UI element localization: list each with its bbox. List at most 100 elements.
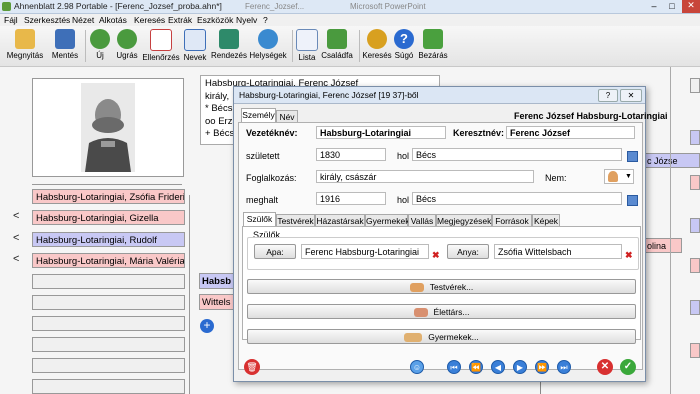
previous-record-icon[interactable]: ◀ (491, 360, 505, 374)
tab-szulok[interactable]: Szülők (243, 212, 276, 226)
delete-person-icon[interactable]: 🗑 (244, 359, 260, 375)
person-box-sibling-3[interactable]: Habsburg-Lotaringiai, Rudolf (32, 232, 185, 247)
empty-person-box[interactable] (32, 295, 185, 310)
birth-place-field[interactable]: Bécs (412, 148, 622, 161)
next-record-icon[interactable]: ▶ (513, 360, 527, 374)
dialog-help-button[interactable]: ? (598, 89, 618, 102)
calendar-icon[interactable] (627, 151, 638, 162)
empty-person-box[interactable] (32, 358, 185, 373)
person-box-far-right[interactable] (690, 78, 700, 93)
person-box-sibling-2[interactable]: Habsburg-Lotaringiai, Gizella (32, 210, 185, 225)
nav-arrow[interactable]: < (13, 210, 19, 222)
father-button[interactable]: Apa: (254, 244, 296, 259)
toolbar-list-button[interactable]: Lista (296, 28, 318, 64)
nav-arrow[interactable]: < (13, 253, 19, 265)
tab-forrasok[interactable]: Források (492, 214, 532, 226)
focus-person-box[interactable]: Habsb (199, 273, 235, 289)
toolbar-places-button[interactable]: Helységek (249, 28, 287, 64)
death-place-field[interactable]: Bécs (412, 192, 622, 205)
minimize-button[interactable]: – (646, 1, 662, 12)
toolbar-open-button[interactable]: Megnyitás (6, 28, 44, 64)
header-person-name: Ferenc József Habsburg-Lotaringiai (514, 111, 668, 121)
empty-person-box[interactable] (32, 316, 185, 331)
toolbar-jump-button[interactable]: Ugrás (113, 28, 141, 64)
tab-testverek[interactable]: Testvérek (276, 214, 315, 226)
window-title: Ahnenblatt 2.98 Portable - [Ferenc_Jozse… (14, 1, 222, 11)
person-box-far-right[interactable] (690, 343, 700, 358)
person-view-icon[interactable]: ☺ (410, 360, 424, 374)
person-box-far-right[interactable] (690, 130, 700, 145)
ok-icon[interactable]: ✓ (620, 359, 636, 375)
given-name-field[interactable]: Ferenc József (506, 126, 635, 139)
tab-megjegyzesek[interactable]: Megjegyzések (436, 214, 492, 226)
spouse-box[interactable]: Wittels (199, 294, 235, 310)
toolbar-search-button[interactable]: Keresés (362, 28, 392, 64)
menu-extrak[interactable]: Extrák (168, 15, 192, 25)
close-window-button[interactable]: ✕ (682, 0, 700, 13)
empty-person-box[interactable] (32, 379, 185, 394)
sex-label: Nem: (545, 173, 567, 183)
previous-page-icon[interactable]: ⏪ (469, 360, 483, 374)
empty-person-box[interactable] (32, 337, 185, 352)
add-spouse-icon[interactable]: + (200, 319, 214, 333)
given-name-label: Keresztnév: (453, 128, 505, 138)
sex-select[interactable]: ▼ (604, 169, 634, 184)
empty-person-box[interactable] (32, 274, 185, 289)
menu-eszkozok[interactable]: Eszközök (197, 15, 233, 25)
partner-button[interactable]: Élettárs... (247, 304, 636, 319)
folder-open-icon (15, 29, 35, 49)
dialog-close-button[interactable]: ✕ (620, 89, 642, 102)
occupation-field[interactable]: király, császár (316, 170, 534, 183)
app-icon (2, 2, 11, 11)
death-date-field[interactable]: 1916 (316, 192, 386, 205)
person-box-far-right[interactable] (690, 300, 700, 315)
menu-szerkesztes[interactable]: Szerkesztés (24, 15, 70, 25)
person-box-right[interactable]: olina (644, 238, 682, 253)
cancel-icon[interactable]: ✕ (597, 359, 613, 375)
tab-hazastarsak[interactable]: Házastársak (315, 214, 365, 226)
menu-fajl[interactable]: Fájl (4, 15, 18, 25)
toolbar-separator (292, 30, 293, 62)
tab-nev[interactable]: Név (276, 110, 298, 122)
exit-icon (423, 29, 443, 49)
tab-kepek[interactable]: Képek (532, 214, 560, 226)
toolbar-sort-button[interactable]: Rendezés (210, 28, 248, 64)
toolbar-check-button[interactable]: Ellenőrzés (142, 28, 180, 64)
menu-nyelv[interactable]: Nyelv (236, 15, 257, 25)
toolbar-help-button[interactable]: ? Súgó (393, 28, 415, 64)
children-button[interactable]: Gyermekek... (247, 329, 636, 344)
nav-arrow[interactable]: < (13, 232, 19, 244)
person-box-far-right[interactable] (690, 218, 700, 233)
person-box-sibling-4[interactable]: Habsburg-Lotaringiai, Mária Valéria (32, 253, 185, 268)
person-box-sibling-1[interactable]: Habsburg-Lotaringiai, Zsófia Friderika (32, 189, 185, 204)
toolbar-close-button[interactable]: Bezárás (417, 28, 449, 64)
person-box-far-right[interactable] (690, 175, 700, 190)
first-record-icon[interactable]: ⏮ (447, 360, 461, 374)
toolbar-save-button[interactable]: Mentés (48, 28, 82, 64)
father-field[interactable]: Ferenc Habsburg-Lotaringiai (301, 244, 429, 259)
menu-alkotas[interactable]: Alkotás (99, 15, 127, 25)
menu-kereses[interactable]: Keresés (134, 15, 165, 25)
tab-gyermekek[interactable]: Gyermekek (365, 214, 409, 226)
surname-label: Vezetéknév: (246, 128, 298, 138)
parent-box-right[interactable]: c Józse (644, 153, 700, 168)
person-box-far-right[interactable] (690, 258, 700, 273)
delete-mother-icon[interactable]: ✖ (625, 250, 633, 261)
tab-vallas[interactable]: Vallás (408, 214, 436, 226)
toolbar-names-button[interactable]: Nevek (181, 28, 209, 64)
calendar-icon[interactable] (627, 195, 638, 206)
surname-field[interactable]: Habsburg-Lotaringiai (316, 126, 446, 139)
toolbar-familytree-button[interactable]: Családfa (320, 28, 354, 64)
delete-father-icon[interactable]: ✖ (432, 250, 440, 261)
siblings-button[interactable]: Testvérek... (247, 279, 636, 294)
birth-date-field[interactable]: 1830 (316, 148, 386, 161)
last-record-icon[interactable]: ⏭ (557, 360, 571, 374)
maximize-button[interactable]: □ (664, 1, 680, 12)
toolbar-new-button[interactable]: Új (88, 28, 112, 64)
menu-nezet[interactable]: Nézet (72, 15, 94, 25)
mother-button[interactable]: Anya: (447, 244, 489, 259)
mother-field[interactable]: Zsófia Wittelsbach (494, 244, 622, 259)
menu-help[interactable]: ? (263, 15, 268, 25)
next-page-icon[interactable]: ⏩ (535, 360, 549, 374)
tab-szemely[interactable]: Személy (241, 108, 276, 122)
